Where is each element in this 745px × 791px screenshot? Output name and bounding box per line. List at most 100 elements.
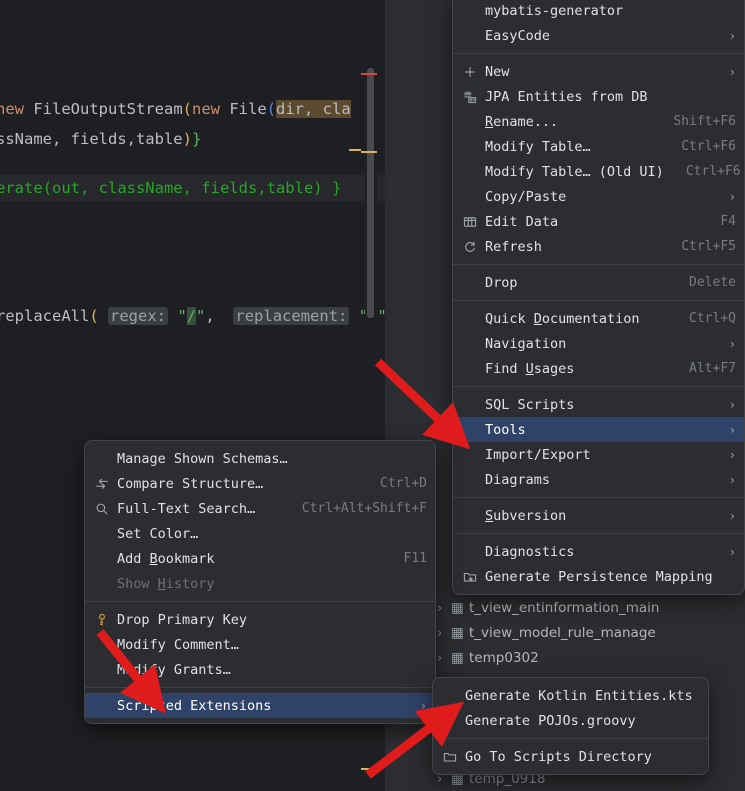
menu-item-shortcut: Delete [689, 275, 736, 290]
menu-item-generate-persistence-mapping[interactable]: Generate Persistence Mapping [453, 564, 744, 589]
menu-item-label: Diagnostics [485, 543, 575, 560]
menu-item-modify-comment[interactable]: Modify Comment… [85, 632, 435, 657]
menu-item-label: Scripted Extensions [117, 697, 272, 714]
menu-item-label: Edit Data [485, 213, 559, 230]
menu-item-diagnostics[interactable]: Diagnostics › [453, 539, 744, 564]
chevron-right-icon: › [728, 64, 736, 79]
tree-row[interactable]: › ▦ t_view_entinformation_main [437, 600, 659, 616]
menu-item-label: Modify Table… [485, 138, 591, 155]
menu-item-navigation[interactable]: Navigation › [453, 331, 744, 356]
refresh-icon [459, 240, 481, 254]
chevron-right-icon: › [728, 397, 736, 412]
menu-item-full-text-search[interactable]: Full-Text Search… Ctrl+Alt+Shift+F [85, 496, 435, 521]
menu-item-label: Generate Persistence Mapping [485, 568, 713, 585]
menu-item-scripted-extensions[interactable]: Scripted Extensions › [85, 693, 435, 718]
database-context-menu[interactable]: mybatis-generator EasyCode › New › JPA Entiti… [452, 0, 745, 595]
plus-icon [459, 65, 481, 79]
menu-item-find-usages[interactable]: Find Usages Alt+F7 [453, 356, 744, 381]
menu-item-label: Import/Export [485, 446, 591, 463]
menu-item-sql-scripts[interactable]: SQL Scripts › [453, 392, 744, 417]
menu-item-compare-structure[interactable]: Compare Structure… Ctrl+D [85, 471, 435, 496]
menu-item-label: EasyCode [485, 27, 551, 44]
menu-item-go-to-scripts-directory[interactable]: Go To Scripts Directory [433, 744, 708, 769]
menu-item-refresh[interactable]: Refresh Ctrl+F5 [453, 234, 744, 259]
warning-marker-2 [361, 768, 377, 770]
editor-scrollbar-thumb[interactable] [367, 68, 374, 318]
code-line-1: new FileOutputStream(new File(dir, cla [0, 100, 351, 118]
menu-item-label: Drop Primary Key [117, 611, 248, 628]
menu-item-label: Modify Grants… [117, 661, 231, 678]
chevron-right-icon: › [728, 472, 736, 487]
menu-item-label: Modify Table… (Old UI) [485, 163, 664, 180]
tree-row-label: t_view_entinformation_main [469, 600, 660, 616]
menu-divider [433, 738, 708, 739]
menu-item-mybatis-generator[interactable]: mybatis-generator [453, 0, 744, 23]
menu-item-label: JPA Entities from DB [485, 88, 648, 105]
menu-divider [453, 300, 744, 301]
table-icon: ▦ [451, 625, 464, 641]
menu-item-jpa-entities-from-db[interactable]: JPA Entities from DB [453, 84, 744, 109]
menu-item-modify-grants[interactable]: Modify Grants… [85, 657, 435, 682]
menu-item-shortcut: Ctrl+Alt+Shift+F [301, 501, 427, 516]
menu-item-quick-documentation[interactable]: Quick Documentation Ctrl+Q [453, 306, 744, 331]
menu-item-label: mybatis-generator [485, 2, 624, 19]
menu-item-label: Refresh [485, 238, 542, 255]
warning-marker-1 [361, 151, 377, 153]
tools-submenu[interactable]: Manage Shown Schemas… Compare Structure… C… [84, 440, 436, 724]
menu-item-label: Manage Shown Schemas… [117, 450, 288, 467]
menu-item-label: New [485, 63, 510, 80]
menu-item-label: SQL Scripts [485, 396, 575, 413]
chevron-right-icon: › [728, 189, 736, 204]
menu-item-modify-table[interactable]: Modify Table… Ctrl+F6 [453, 134, 744, 159]
menu-item-label: Set Color… [117, 525, 199, 542]
menu-item-drop-primary-key[interactable]: Drop Primary Key [85, 607, 435, 632]
tree-row-label: t_view_model_rule_manage [469, 625, 656, 641]
menu-item-label: Quick Documentation [485, 310, 640, 327]
menu-item-copy-paste[interactable]: Copy/Paste › [453, 184, 744, 209]
menu-item-label: Compare Structure… [117, 475, 264, 492]
tree-row[interactable]: › ▦ t_view_model_rule_manage [437, 625, 656, 641]
menu-item-label: Generate POJOs.groovy [465, 712, 636, 729]
menu-divider [85, 601, 435, 602]
menu-item-generate-pojos-groovy[interactable]: Generate POJOs.groovy [433, 708, 708, 733]
menu-item-label: Generate Kotlin Entities.kts [465, 687, 693, 704]
menu-item-new[interactable]: New › [453, 59, 744, 84]
chevron-right-icon[interactable]: › [437, 600, 451, 616]
menu-item-tools[interactable]: Tools › [453, 417, 744, 442]
menu-item-set-color[interactable]: Set Color… [85, 521, 435, 546]
warning-marker-inline [349, 149, 361, 151]
menu-item-label: Find Usages [485, 360, 575, 377]
menu-item-import-export[interactable]: Import/Export › [453, 442, 744, 467]
menu-item-shortcut: Ctrl+F6 [681, 139, 736, 154]
menu-item-modify-table-old-ui[interactable]: Modify Table… (Old UI) Ctrl+F6 [453, 159, 744, 184]
menu-item-label: Drop [485, 274, 518, 291]
menu-item-add-bookmark[interactable]: Add Bookmark F11 [85, 546, 435, 571]
compare-icon [91, 477, 113, 491]
chevron-right-icon[interactable]: › [437, 625, 451, 641]
error-marker [361, 73, 377, 75]
menu-divider [453, 53, 744, 54]
menu-item-label: Go To Scripts Directory [465, 748, 652, 765]
chevron-right-icon: › [728, 544, 736, 559]
tree-row[interactable]: › ▦ temp0302 [437, 650, 539, 666]
menu-item-subversion[interactable]: Subversion › [453, 503, 744, 528]
menu-item-diagrams[interactable]: Diagrams › [453, 467, 744, 492]
menu-item-label: Show History [117, 575, 215, 592]
menu-item-rename[interactable]: Rename... Shift+F6 [453, 109, 744, 134]
menu-item-edit-data[interactable]: Edit Data F4 [453, 209, 744, 234]
chevron-right-icon: › [728, 422, 736, 437]
menu-item-easycode[interactable]: EasyCode › [453, 23, 744, 48]
chevron-right-icon: › [728, 28, 736, 43]
menu-item-manage-shown-schemas[interactable]: Manage Shown Schemas… [85, 446, 435, 471]
chevron-right-icon: › [419, 698, 427, 713]
menu-item-drop[interactable]: Drop Delete [453, 270, 744, 295]
scripted-extensions-submenu[interactable]: Generate Kotlin Entities.kts Generate POJ… [432, 677, 709, 775]
grid-icon [459, 215, 481, 229]
chevron-right-icon[interactable]: › [437, 650, 451, 666]
menu-item-generate-kotlin-entities-kts[interactable]: Generate Kotlin Entities.kts [433, 683, 708, 708]
tree-row-label: temp0302 [469, 650, 539, 666]
folder-star-icon [459, 570, 481, 584]
search-icon [91, 502, 113, 516]
menu-item-label: Modify Comment… [117, 636, 239, 653]
chevron-right-icon: › [728, 336, 736, 351]
